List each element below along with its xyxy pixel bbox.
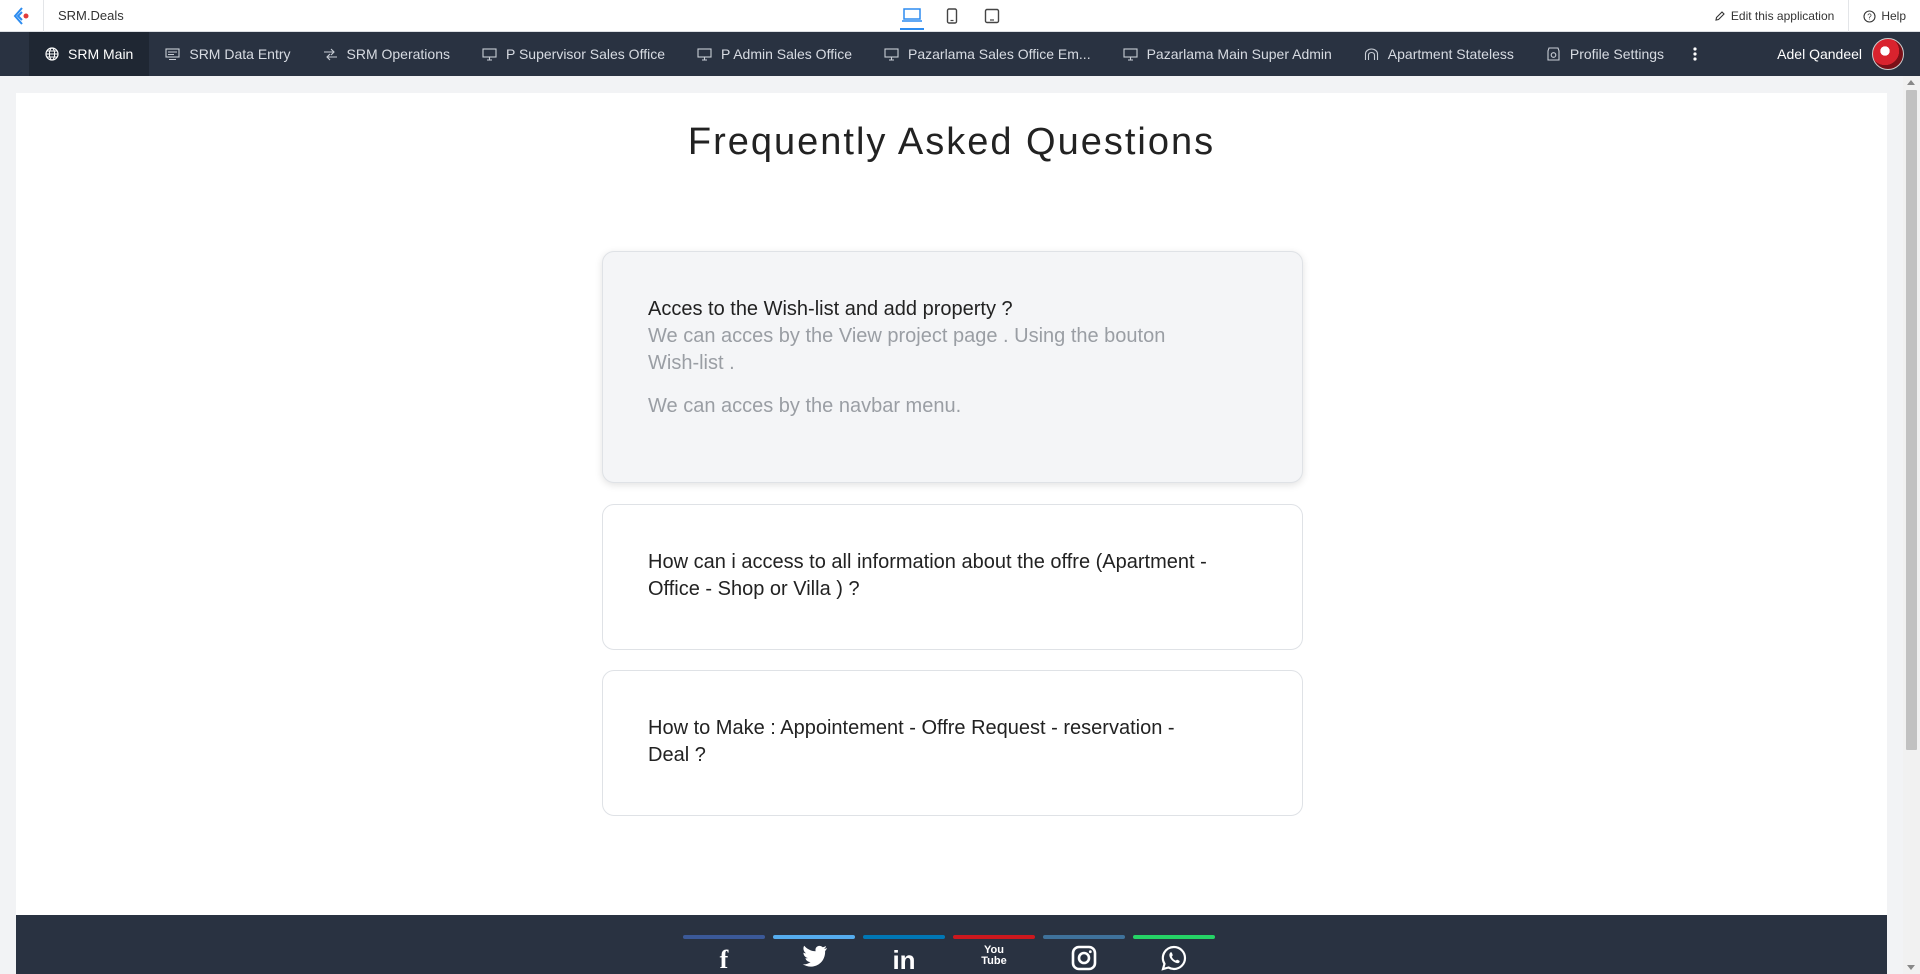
twitter-link[interactable] [773, 915, 855, 974]
social-links: f in You Tube [683, 915, 1215, 974]
nav-items: SRM Main SRM Data Entry SRM Operations P… [29, 32, 1710, 76]
device-switcher [900, 0, 1004, 32]
nav-item-apartment-stateless[interactable]: Apartment Stateless [1348, 32, 1530, 76]
mobile-view-icon[interactable] [980, 2, 1004, 30]
nav-item-pazarlama-main-super-admin[interactable]: Pazarlama Main Super Admin [1107, 32, 1348, 76]
social-bar [953, 935, 1035, 939]
nav-label: Apartment Stateless [1387, 46, 1514, 62]
twitter-icon [773, 945, 855, 974]
help-icon: ? [1863, 9, 1876, 23]
faq-question: How to Make : Appointement - Offre Reque… [648, 717, 1175, 766]
pencil-icon [1715, 11, 1725, 21]
social-bar [773, 935, 855, 939]
form-icon [165, 47, 180, 60]
facebook-link[interactable]: f [683, 915, 765, 974]
scrollbar-thumb[interactable] [1906, 90, 1917, 750]
avatar[interactable] [1872, 38, 1904, 70]
main-navbar: SRM Main SRM Data Entry SRM Operations P… [0, 32, 1920, 76]
nav-label: SRM Operations [346, 46, 450, 62]
nav-item-profile-settings[interactable]: Profile Settings [1530, 32, 1680, 76]
edit-application-label: Edit this application [1730, 9, 1835, 23]
help-link[interactable]: ? Help [1849, 0, 1920, 32]
social-bar [683, 935, 765, 939]
nav-item-srm-main[interactable]: SRM Main [29, 32, 150, 76]
social-bar [863, 935, 945, 939]
app-logo-icon[interactable] [0, 0, 44, 32]
nav-label: SRM Data Entry [189, 46, 291, 62]
user-menu[interactable]: Adel Qandeel [1777, 32, 1904, 76]
whatsapp-link[interactable] [1133, 915, 1215, 974]
faq-item[interactable]: How can i access to all information abou… [602, 504, 1303, 650]
user-name: Adel Qandeel [1777, 46, 1862, 62]
social-bar [1043, 935, 1125, 939]
app-title: SRM.Deals [58, 8, 124, 23]
youtube-link[interactable]: You Tube [953, 915, 1035, 974]
nav-item-srm-data-entry[interactable]: SRM Data Entry [149, 32, 306, 76]
faq-answer: We can acces by the View project page . … [648, 325, 1166, 374]
youtube-icon: You Tube [981, 944, 1007, 967]
globe-icon [45, 47, 59, 61]
page-title: Frequently Asked Questions [687, 121, 1216, 163]
nav-label: P Supervisor Sales Office [505, 46, 665, 62]
desktop-view-icon[interactable] [900, 2, 924, 30]
whatsapp-icon [1133, 945, 1215, 974]
tablet-view-icon[interactable] [940, 2, 964, 30]
scroll-down-icon[interactable] [1907, 965, 1915, 970]
linkedin-icon: in [892, 945, 916, 974]
nav-item-p-supervisor-sales-office[interactable]: P Supervisor Sales Office [466, 32, 681, 76]
operations-icon [323, 48, 337, 60]
faq-question: Acces to the Wish-list and add property … [648, 298, 1013, 320]
nav-label: Pazarlama Sales Office Em... [908, 46, 1091, 62]
edit-application-link[interactable]: Edit this application [1700, 0, 1848, 32]
help-label: Help [1881, 9, 1906, 23]
nav-label: P Admin Sales Office [721, 46, 852, 62]
scroll-up-icon[interactable] [1907, 80, 1915, 85]
nav-item-pazarlama-sales-office[interactable]: Pazarlama Sales Office Em... [868, 32, 1107, 76]
monitor-icon [1123, 47, 1138, 61]
monitor-icon [884, 47, 899, 61]
nav-item-p-admin-sales-office[interactable]: P Admin Sales Office [681, 32, 868, 76]
linkedin-link[interactable]: in [863, 915, 945, 974]
nav-label: Profile Settings [1569, 46, 1665, 62]
monitor-icon [697, 47, 712, 61]
settings-icon [1547, 47, 1560, 61]
main-content: Frequently Asked Questions Acces to the … [16, 93, 1887, 915]
faq-answer: We can acces by the navbar menu. [648, 395, 962, 417]
monitor-icon [482, 47, 497, 61]
faq-item[interactable]: Acces to the Wish-list and add property … [602, 251, 1303, 483]
vertical-scrollbar[interactable] [1903, 76, 1920, 974]
arch-icon [1364, 47, 1378, 60]
social-bar [1133, 935, 1215, 939]
instagram-icon [1043, 945, 1125, 974]
instagram-link[interactable] [1043, 915, 1125, 974]
faq-item[interactable]: How to Make : Appointement - Offre Reque… [602, 670, 1303, 816]
topbar-actions: Edit this application ? Help [1700, 0, 1920, 32]
svg-text:?: ? [1868, 12, 1873, 21]
footer: f in You Tube [16, 915, 1887, 974]
nav-label: Pazarlama Main Super Admin [1146, 46, 1332, 62]
facebook-icon: f [719, 945, 729, 974]
top-bar: SRM.Deals Edit this application ? Help [0, 0, 1920, 32]
faq-question: How can i access to all information abou… [648, 551, 1207, 600]
nav-item-srm-operations[interactable]: SRM Operations [307, 32, 466, 76]
more-menu-icon[interactable] [1680, 32, 1710, 76]
nav-label: SRM Main [68, 46, 134, 62]
